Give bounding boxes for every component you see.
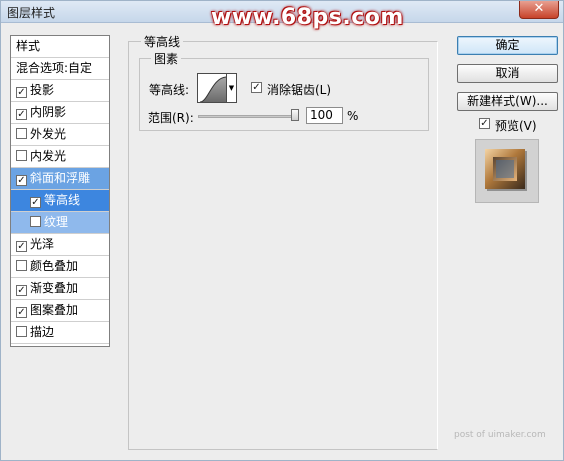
list-item-label: 图案叠加 <box>30 303 79 317</box>
contour-group-title: 等高线 <box>141 33 184 50</box>
list-item-drop-shadow[interactable]: ✓ 投影 <box>11 80 109 102</box>
range-slider-thumb[interactable] <box>291 109 299 121</box>
contour-curve-picker[interactable] <box>197 73 227 103</box>
range-input[interactable]: 100 <box>306 107 343 124</box>
list-item-label: 纹理 <box>44 215 69 229</box>
gradient-overlay-checkbox[interactable]: ✓ <box>16 285 27 296</box>
bevel-emboss-checkbox[interactable]: ✓ <box>16 175 27 186</box>
list-item-label: 描边 <box>30 325 55 339</box>
list-item-label: 内发光 <box>30 149 67 163</box>
list-item-bevel-emboss[interactable]: ✓ 斜面和浮雕 <box>11 168 109 190</box>
elements-group-title: 图素 <box>151 50 182 67</box>
inner-glow-checkbox[interactable] <box>16 150 27 161</box>
styles-header[interactable]: 样式 <box>11 36 109 58</box>
list-item-label: 斜面和浮雕 <box>30 171 91 185</box>
cancel-button[interactable]: 取消 <box>457 64 558 83</box>
list-item-label: 渐变叠加 <box>30 281 79 295</box>
list-item-inner-shadow[interactable]: ✓ 内阴影 <box>11 102 109 124</box>
list-item-color-overlay[interactable]: 颜色叠加 <box>11 256 109 278</box>
style-preview-thumbnail <box>475 139 539 203</box>
ok-button[interactable]: 确定 <box>457 36 558 55</box>
list-item-contour[interactable]: ✓ 等高线 <box>11 190 109 212</box>
texture-checkbox[interactable] <box>30 216 41 227</box>
list-item-pattern-overlay[interactable]: ✓ 图案叠加 <box>11 300 109 322</box>
blend-options-item[interactable]: 混合选项:自定 <box>11 58 109 80</box>
list-item-label: 投影 <box>30 83 55 97</box>
list-item-inner-glow[interactable]: 内发光 <box>11 146 109 168</box>
range-unit: % <box>347 109 359 123</box>
drop-shadow-checkbox[interactable]: ✓ <box>16 87 27 98</box>
list-item-label: 颜色叠加 <box>30 259 79 273</box>
list-item-texture[interactable]: 纹理 <box>11 212 109 234</box>
list-item-label: 外发光 <box>30 127 67 141</box>
list-item-satin[interactable]: ✓ 光泽 <box>11 234 109 256</box>
list-item-label: 光泽 <box>30 237 55 251</box>
layer-style-dialog: 图层样式 ✕ www.68ps.com 样式 混合选项:自定 ✓ 投影 ✓ 内阴影 … <box>0 0 564 461</box>
contour-checkbox[interactable]: ✓ <box>30 197 41 208</box>
preview-label[interactable]: 预览(V) <box>495 117 537 134</box>
antialias-label[interactable]: 消除锯齿(L) <box>267 81 331 98</box>
preview-bevel-icon <box>485 149 527 191</box>
outer-glow-checkbox[interactable] <box>16 128 27 139</box>
list-item-gradient-overlay[interactable]: ✓ 渐变叠加 <box>11 278 109 300</box>
list-item-stroke[interactable]: 描边 <box>11 322 109 344</box>
styles-list: 样式 混合选项:自定 ✓ 投影 ✓ 内阴影 外发光 内发光 ✓ 斜面和浮雕 ✓ 等高线 … <box>10 35 110 347</box>
color-overlay-checkbox[interactable] <box>16 260 27 271</box>
preview-checkbox[interactable]: ✓ <box>479 118 490 129</box>
contour-curve-icon <box>199 76 226 102</box>
contour-label: 等高线: <box>149 83 190 97</box>
satin-checkbox[interactable]: ✓ <box>16 241 27 252</box>
window-title: 图层样式 <box>7 6 56 20</box>
footer-credit: post of uimaker.com <box>454 430 546 440</box>
range-label: 范围(R): <box>148 111 194 125</box>
new-style-button[interactable]: 新建样式(W)... <box>457 92 558 111</box>
stroke-checkbox[interactable] <box>16 326 27 337</box>
list-item-label: 等高线 <box>44 193 81 207</box>
contour-dropdown-arrow-icon[interactable]: ▼ <box>227 73 237 103</box>
list-item-outer-glow[interactable]: 外发光 <box>11 124 109 146</box>
antialias-checkbox[interactable]: ✓ <box>251 82 262 93</box>
site-watermark: www.68ps.com <box>211 5 404 30</box>
range-slider-track[interactable] <box>198 115 299 118</box>
inner-shadow-checkbox[interactable]: ✓ <box>16 109 27 120</box>
list-item-label: 内阴影 <box>30 105 67 119</box>
pattern-overlay-checkbox[interactable]: ✓ <box>16 307 27 318</box>
close-button[interactable]: ✕ <box>519 1 559 19</box>
